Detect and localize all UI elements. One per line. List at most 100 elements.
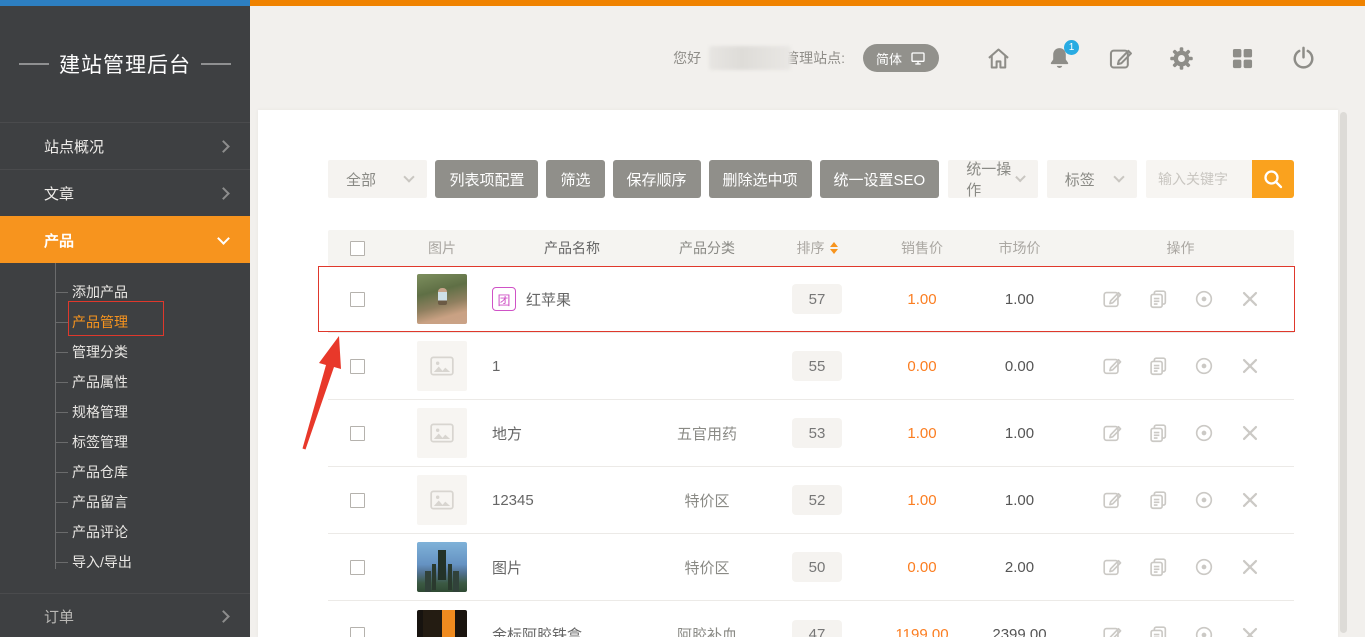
copy-icon[interactable] [1147,422,1169,444]
submenu-item-spec-management[interactable]: 规格管理 [0,397,250,427]
scrollbar-thumb[interactable] [1340,112,1347,633]
delete-x-icon[interactable] [1239,355,1261,377]
home-icon[interactable] [985,45,1012,72]
search-button[interactable] [1252,160,1294,198]
sidebar: 建站管理后台 站点概况 文章 产品 添加产品 产品管理 管理分类 产品属性 规格… [0,6,250,637]
market-price: 2.00 [972,559,1067,576]
chevron-right-icon [217,140,230,153]
product-category: 阿胶补血 [652,624,762,637]
sidebar-item-products[interactable]: 产品 [0,216,250,263]
edit-icon[interactable] [1101,624,1123,637]
sidebar-item-label: 站点概况 [44,136,219,157]
chevron-right-icon [217,187,230,200]
topbar-blue [0,0,250,6]
greeting-group: 您好 管理站点: [673,46,863,70]
product-thumbnail [417,341,467,391]
view-eye-icon[interactable] [1193,288,1215,310]
submenu-item-product-messages[interactable]: 产品留言 [0,487,250,517]
submenu-item-product-warehouse[interactable]: 产品仓库 [0,457,250,487]
row-checkbox[interactable] [350,560,365,575]
table-header: 图片 产品名称 产品分类 排序 销售价 市场价 操作 [328,230,1294,266]
edit-icon[interactable] [1101,355,1123,377]
select-all-checkbox[interactable] [350,241,365,256]
copy-icon[interactable] [1147,556,1169,578]
save-order-button[interactable]: 保存顺序 [613,160,701,198]
tag-dropdown[interactable]: 标签 [1047,160,1137,198]
sidebar-item-label: 产品 [44,230,219,251]
header-category: 产品分类 [652,238,762,258]
edit-icon[interactable] [1101,288,1123,310]
submenu-item-product-reviews[interactable]: 产品评论 [0,517,250,547]
batch-operation-dropdown[interactable]: 统一操作 [948,160,1038,198]
sort-value-field[interactable]: 50 [792,552,842,582]
view-eye-icon[interactable] [1193,489,1215,511]
market-price: 1.00 [972,291,1067,308]
copy-icon[interactable] [1147,288,1169,310]
list-config-button[interactable]: 列表项配置 [435,160,538,198]
table-row: 金标阿胶铁盒 阿胶补血 47 1199.00 2399.00 [328,601,1294,637]
row-checkbox[interactable] [350,627,365,637]
image-placeholder-icon [429,420,455,446]
power-icon[interactable] [1290,45,1317,72]
product-thumbnail [417,408,467,458]
submenu-item-import-export[interactable]: 导入/导出 [0,547,250,577]
market-price: 2399.00 [972,626,1067,637]
sidebar-item-label: 文章 [44,183,219,204]
compose-icon[interactable] [1107,45,1134,72]
edit-icon[interactable] [1101,556,1123,578]
row-checkbox[interactable] [350,292,365,307]
view-eye-icon[interactable] [1193,556,1215,578]
gear-icon[interactable] [1168,45,1195,72]
title-dash-right [201,63,231,65]
row-checkbox[interactable] [350,493,365,508]
delete-selected-button[interactable]: 删除选中项 [709,160,812,198]
sort-value-field[interactable]: 52 [792,485,842,515]
view-eye-icon[interactable] [1193,355,1215,377]
sidebar-item-orders[interactable]: 订单 [0,593,250,637]
sort-arrows-icon [830,242,838,254]
chevron-down-icon [217,232,230,245]
copy-icon[interactable] [1147,489,1169,511]
delete-x-icon[interactable] [1239,422,1261,444]
row-checkbox[interactable] [350,359,365,374]
sidebar-item-articles[interactable]: 文章 [0,169,250,216]
view-eye-icon[interactable] [1193,624,1215,637]
header-sort[interactable]: 排序 [797,238,838,258]
header-price: 销售价 [872,238,972,258]
apps-grid-icon[interactable] [1229,45,1256,72]
view-eye-icon[interactable] [1193,422,1215,444]
chevron-right-icon [217,610,230,623]
product-name: 地方 [492,423,522,444]
edit-icon[interactable] [1101,422,1123,444]
notifications-bell-icon[interactable]: 1 [1046,45,1073,72]
table-row: 12345 特价区 52 1.00 1.00 [328,467,1294,534]
sort-value-field[interactable]: 57 [792,284,842,314]
submenu-item-tag-management[interactable]: 标签管理 [0,427,250,457]
delete-x-icon[interactable] [1239,624,1261,637]
delete-x-icon[interactable] [1239,288,1261,310]
sort-value-field[interactable]: 53 [792,418,842,448]
product-name: 金标阿胶铁盒 [492,624,582,637]
copy-icon[interactable] [1147,355,1169,377]
sidebar-item-site-overview[interactable]: 站点概况 [0,122,250,169]
submenu-item-product-management[interactable]: 产品管理 [0,307,250,337]
product-name: 12345 [492,492,534,509]
sort-value-field[interactable]: 55 [792,351,842,381]
row-checkbox[interactable] [350,426,365,441]
edit-icon[interactable] [1101,489,1123,511]
sort-value-field[interactable]: 47 [792,620,842,637]
submenu-item-manage-categories[interactable]: 管理分类 [0,337,250,367]
submenu-item-product-attributes[interactable]: 产品属性 [0,367,250,397]
table-body: 团 红苹果 57 1.00 1.00 1 55 0.00 0.00 [328,266,1294,637]
language-button[interactable]: 简体 [863,44,939,72]
seo-batch-button[interactable]: 统一设置SEO [820,160,940,198]
header-actions: 操作 [1067,238,1294,258]
search-input[interactable] [1146,160,1252,198]
filter-all-dropdown[interactable]: 全部 [328,160,427,198]
submenu-item-add-product[interactable]: 添加产品 [0,277,250,307]
filter-button[interactable]: 筛选 [546,160,604,198]
copy-icon[interactable] [1147,624,1169,637]
delete-x-icon[interactable] [1239,489,1261,511]
sidebar-item-label: 订单 [44,606,219,627]
delete-x-icon[interactable] [1239,556,1261,578]
